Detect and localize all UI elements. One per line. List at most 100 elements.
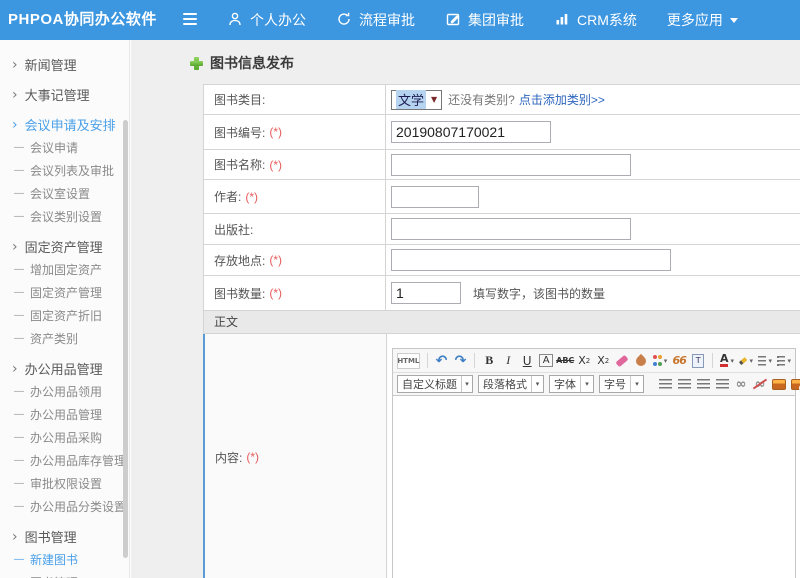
- publisher-input[interactable]: [391, 218, 631, 240]
- font-family-select[interactable]: 字体▾: [549, 375, 594, 393]
- required-mark: (*): [269, 125, 282, 139]
- subscript-icon[interactable]: X2: [596, 353, 610, 369]
- sidebar-group-7[interactable]: ›固定资产管理: [0, 235, 129, 258]
- sidebar-group-0[interactable]: ›新闻管理: [0, 53, 129, 76]
- nav-group-approval[interactable]: 集团审批: [430, 0, 539, 40]
- sidebar-item-9[interactable]: —固定资产管理: [0, 281, 129, 304]
- align-left-icon[interactable]: [658, 376, 672, 392]
- required-mark: (*): [245, 190, 258, 204]
- dash-icon: —: [14, 409, 24, 420]
- sidebar: ›新闻管理›大事记管理›会议申请及安排—会议申请—会议列表及审批—会议室设置—会…: [0, 40, 130, 578]
- row-category: 图书类目: 文学 ▼ 还没有类别? 点击添加类别>>: [203, 85, 800, 115]
- sidebar-item-label: 会议申请: [30, 139, 78, 156]
- editor-content-area[interactable]: [393, 396, 795, 578]
- nav-personal-office[interactable]: 个人办公: [212, 0, 321, 40]
- remove-link-icon[interactable]: ∞: [753, 376, 767, 392]
- sidebar-item-label: 审批权限设置: [30, 475, 102, 492]
- sidebar-item-14[interactable]: —办公用品管理: [0, 403, 129, 426]
- sidebar-item-label: 新建图书: [30, 551, 78, 568]
- author-input[interactable]: [391, 186, 479, 208]
- required-mark: (*): [269, 158, 282, 172]
- sidebar-item-20[interactable]: —新建图书: [0, 548, 129, 571]
- sidebar-item-10[interactable]: —固定资产折旧: [0, 304, 129, 327]
- paragraph-format-select[interactable]: 段落格式▾: [478, 375, 544, 393]
- format-painter-icon[interactable]: [634, 353, 648, 369]
- upload-image-icon[interactable]: [791, 376, 800, 392]
- align-center-icon[interactable]: [677, 376, 691, 392]
- align-justify-icon[interactable]: [715, 376, 729, 392]
- sidebar-item-13[interactable]: — 办公用品领用: [0, 380, 129, 403]
- dash-icon: —: [14, 287, 24, 298]
- insert-link-icon[interactable]: ∞: [734, 376, 748, 392]
- sidebar-group-12[interactable]: ›办公用品管理: [0, 357, 129, 380]
- chevron-right-icon: ›: [12, 529, 18, 545]
- align-right-icon[interactable]: [696, 376, 710, 392]
- main-content: 图书信息发布 图书类目: 文学 ▼ 还没有类别? 点击添加类别>> 图书编号: …: [131, 40, 800, 578]
- category-select[interactable]: 文学 ▼: [391, 90, 442, 110]
- sidebar-item-label: 办公用品领用: [30, 383, 102, 400]
- sidebar-item-11[interactable]: — 资产类别: [0, 327, 129, 350]
- underline-icon[interactable]: U: [520, 353, 534, 369]
- sidebar-item-label: 办公用品分类设置: [30, 498, 126, 515]
- dash-icon: —: [14, 455, 24, 466]
- dash-icon: —: [14, 165, 24, 176]
- row-location: 存放地点: (*): [203, 245, 800, 276]
- section-header: 正文: [203, 311, 800, 334]
- font-color-icon[interactable]: A▾: [720, 353, 734, 369]
- sidebar-group-19[interactable]: ›图书管理: [0, 525, 129, 548]
- superscript-icon[interactable]: X2: [577, 353, 591, 369]
- remove-format-icon[interactable]: [615, 353, 629, 369]
- italic-icon[interactable]: I: [501, 353, 515, 369]
- sidebar-group-2[interactable]: ›会议申请及安排: [0, 113, 129, 136]
- category-label: 图书类目:: [214, 91, 265, 108]
- strikethrough-icon[interactable]: ABC: [558, 353, 572, 369]
- bar-chart-icon: [554, 11, 577, 30]
- paste-text-icon[interactable]: T: [691, 353, 705, 369]
- sidebar-item-6[interactable]: —会议类别设置: [0, 205, 129, 228]
- sidebar-item-4[interactable]: — 会议列表及审批: [0, 159, 129, 182]
- autotypeset-icon[interactable]: A: [539, 354, 553, 367]
- category-note: 还没有类别?: [448, 91, 515, 108]
- highlight-color-icon[interactable]: ▾: [739, 353, 753, 369]
- dash-icon: —: [14, 333, 24, 344]
- blockquote-icon[interactable]: 66: [672, 353, 686, 369]
- sidebar-item-label: 会议列表及审批: [30, 162, 114, 179]
- font-size-select[interactable]: 字号▾: [599, 375, 644, 393]
- nav-more-apps[interactable]: 更多应用: [652, 0, 753, 40]
- sidebar-item-3[interactable]: —会议申请: [0, 136, 129, 159]
- sidebar-item-label: 会议室设置: [30, 185, 90, 202]
- sidebar-item-18[interactable]: —办公用品分类设置: [0, 495, 129, 518]
- insert-image-icon[interactable]: [772, 376, 786, 392]
- unordered-list-icon[interactable]: ▾: [777, 353, 791, 369]
- sidebar-group-1[interactable]: ›大事记管理: [0, 83, 129, 106]
- quantity-input[interactable]: [391, 282, 461, 304]
- color-palette-icon[interactable]: ▾: [653, 353, 667, 369]
- ordered-list-icon[interactable]: ▾: [758, 353, 772, 369]
- undo-icon[interactable]: ↶: [434, 353, 448, 369]
- sidebar-item-17[interactable]: —审批权限设置: [0, 472, 129, 495]
- dash-icon: —: [14, 386, 24, 397]
- chevron-right-icon: ›: [12, 361, 18, 377]
- nav-crm-system[interactable]: CRM系统: [539, 0, 652, 40]
- location-input[interactable]: [391, 249, 671, 271]
- sidebar-item-16[interactable]: —办公用品库存管理: [0, 449, 129, 472]
- add-plus-icon: [190, 57, 203, 70]
- dash-icon: —: [14, 188, 24, 199]
- sidebar-item-5[interactable]: — 会议室设置: [0, 182, 129, 205]
- required-mark: (*): [246, 450, 259, 464]
- sidebar-item-8[interactable]: —增加固定资产: [0, 258, 129, 281]
- redo-icon[interactable]: ↷: [453, 353, 467, 369]
- custom-title-select[interactable]: 自定义标题▾: [397, 375, 473, 393]
- sidebar-item-21[interactable]: —图书管理: [0, 571, 129, 578]
- sidebar-item-label: 资产类别: [30, 330, 78, 347]
- rich-text-editor: HTML ↶ ↷ B I U A ABC X2 X2 ▾: [392, 348, 796, 578]
- bold-icon[interactable]: B: [482, 353, 496, 369]
- nav-workflow-approval[interactable]: 流程审批: [321, 0, 430, 40]
- sidebar-scrollbar[interactable]: [123, 120, 128, 558]
- html-source-button[interactable]: HTML: [397, 353, 420, 369]
- book-name-input[interactable]: [391, 154, 631, 176]
- book-no-input[interactable]: [391, 121, 551, 143]
- hamburger-menu-icon[interactable]: [183, 13, 199, 27]
- sidebar-item-15[interactable]: —办公用品采购: [0, 426, 129, 449]
- add-category-link[interactable]: 点击添加类别>>: [519, 91, 605, 108]
